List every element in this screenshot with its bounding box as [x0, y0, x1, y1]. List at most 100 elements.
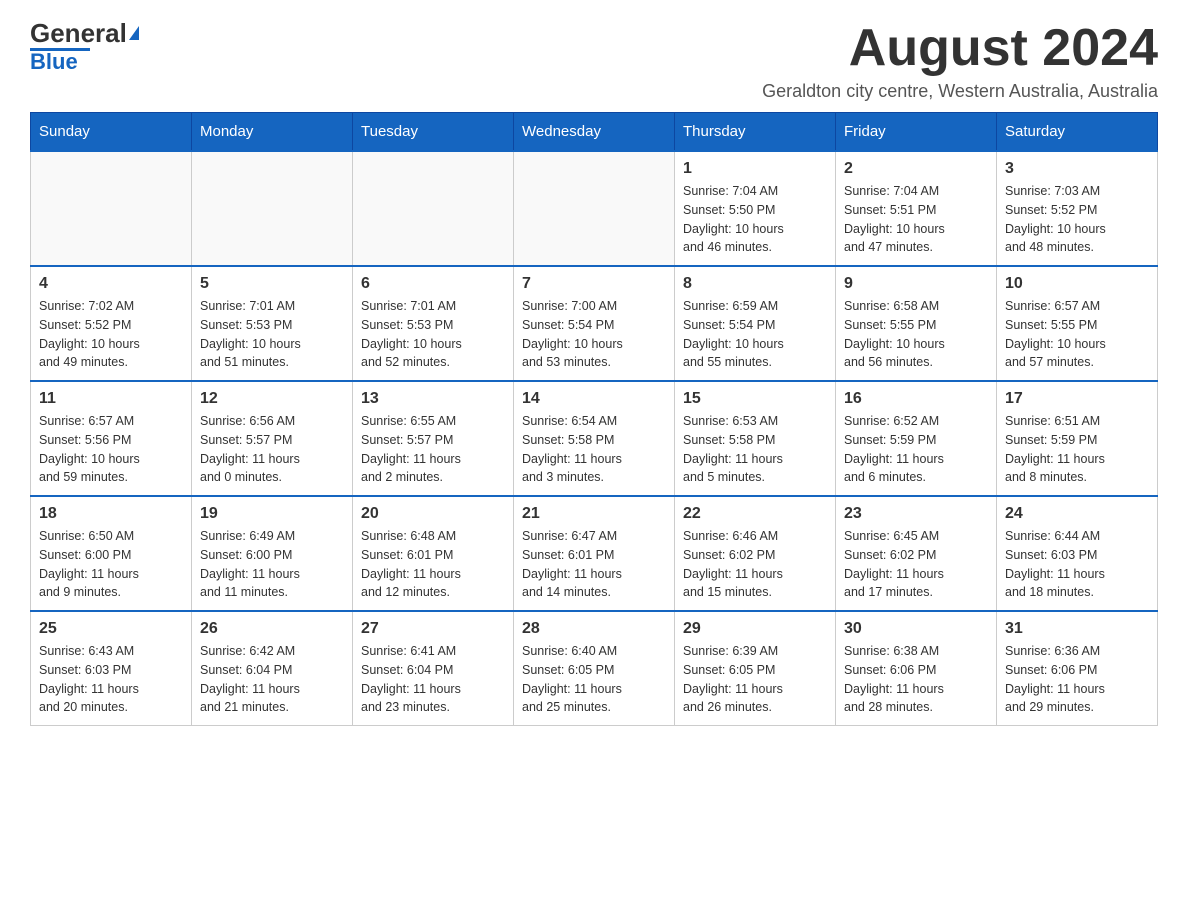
- day-number: 21: [522, 505, 666, 523]
- day-number: 3: [1005, 160, 1149, 178]
- calendar-day-cell: 3Sunrise: 7:03 AMSunset: 5:52 PMDaylight…: [997, 151, 1158, 266]
- day-info: Sunrise: 6:45 AMSunset: 6:02 PMDaylight:…: [844, 527, 988, 602]
- day-number: 15: [683, 390, 827, 408]
- day-number: 14: [522, 390, 666, 408]
- day-info: Sunrise: 6:54 AMSunset: 5:58 PMDaylight:…: [522, 412, 666, 487]
- calendar-day-cell: 7 Sunrise: 7:00 AMSunset: 5:54 PMDaylight…: [514, 266, 675, 381]
- calendar-day-cell: [353, 151, 514, 266]
- calendar-day-cell: 4 Sunrise: 7:02 AMSunset: 5:52 PMDaylight…: [31, 266, 192, 381]
- day-number: 7: [522, 275, 666, 293]
- calendar-day-cell: 10Sunrise: 6:57 AMSunset: 5:55 PMDayligh…: [997, 266, 1158, 381]
- day-info: Sunrise: 6:56 AMSunset: 5:57 PMDaylight:…: [200, 412, 344, 487]
- calendar-day-cell: 25 Sunrise: 6:43 AMSunset: 6:03 PMDayligh…: [31, 611, 192, 726]
- logo: General Blue: [30, 20, 139, 73]
- calendar-week-row: 1Sunrise: 7:04 AMSunset: 5:50 PMDaylight…: [31, 151, 1158, 266]
- day-number: 13: [361, 390, 505, 408]
- calendar-weekday-thursday: Thursday: [675, 113, 836, 152]
- day-number: 25: [39, 620, 183, 638]
- day-number: 19: [200, 505, 344, 523]
- day-number: 22: [683, 505, 827, 523]
- day-info: Sunrise: 6:55 AMSunset: 5:57 PMDaylight:…: [361, 412, 505, 487]
- calendar-day-cell: 16 Sunrise: 6:52 AMSunset: 5:59 PMDayligh…: [836, 381, 997, 496]
- calendar-weekday-tuesday: Tuesday: [353, 113, 514, 152]
- calendar-day-cell: 11 Sunrise: 6:57 AMSunset: 5:56 PMDayligh…: [31, 381, 192, 496]
- day-number: 9: [844, 275, 988, 293]
- day-info: Sunrise: 7:02 AMSunset: 5:52 PMDaylight:…: [39, 297, 183, 372]
- calendar-day-cell: [192, 151, 353, 266]
- day-number: 16: [844, 390, 988, 408]
- day-number: 24: [1005, 505, 1149, 523]
- day-info: Sunrise: 6:50 AMSunset: 6:00 PMDaylight:…: [39, 527, 183, 602]
- day-info: Sunrise: 6:51 AMSunset: 5:59 PMDaylight:…: [1005, 412, 1149, 487]
- day-info: Sunrise: 6:53 AMSunset: 5:58 PMDaylight:…: [683, 412, 827, 487]
- day-info: Sunrise: 6:40 AMSunset: 6:05 PMDaylight:…: [522, 642, 666, 717]
- calendar-day-cell: [31, 151, 192, 266]
- day-info: Sunrise: 6:38 AMSunset: 6:06 PMDaylight:…: [844, 642, 988, 717]
- day-info: Sunrise: 7:01 AMSunset: 5:53 PMDaylight:…: [200, 297, 344, 372]
- calendar-day-cell: 22 Sunrise: 6:46 AMSunset: 6:02 PMDayligh…: [675, 496, 836, 611]
- day-number: 20: [361, 505, 505, 523]
- day-info: Sunrise: 6:41 AMSunset: 6:04 PMDaylight:…: [361, 642, 505, 717]
- day-number: 18: [39, 505, 183, 523]
- calendar-weekday-wednesday: Wednesday: [514, 113, 675, 152]
- calendar-day-cell: 17 Sunrise: 6:51 AMSunset: 5:59 PMDayligh…: [997, 381, 1158, 496]
- calendar-weekday-saturday: Saturday: [997, 113, 1158, 152]
- day-info: Sunrise: 6:44 AMSunset: 6:03 PMDaylight:…: [1005, 527, 1149, 602]
- calendar-week-row: 11 Sunrise: 6:57 AMSunset: 5:56 PMDayligh…: [31, 381, 1158, 496]
- calendar-day-cell: 15 Sunrise: 6:53 AMSunset: 5:58 PMDayligh…: [675, 381, 836, 496]
- day-number: 11: [39, 390, 183, 408]
- day-number: 1: [683, 160, 827, 178]
- day-number: 28: [522, 620, 666, 638]
- day-number: 12: [200, 390, 344, 408]
- month-year-title: August 2024: [762, 20, 1158, 77]
- day-number: 4: [39, 275, 183, 293]
- calendar-day-cell: 27Sunrise: 6:41 AMSunset: 6:04 PMDayligh…: [353, 611, 514, 726]
- calendar-weekday-friday: Friday: [836, 113, 997, 152]
- calendar-day-cell: 31 Sunrise: 6:36 AMSunset: 6:06 PMDayligh…: [997, 611, 1158, 726]
- calendar-week-row: 4 Sunrise: 7:02 AMSunset: 5:52 PMDaylight…: [31, 266, 1158, 381]
- day-info: Sunrise: 6:48 AMSunset: 6:01 PMDaylight:…: [361, 527, 505, 602]
- day-number: 29: [683, 620, 827, 638]
- day-info: Sunrise: 6:52 AMSunset: 5:59 PMDaylight:…: [844, 412, 988, 487]
- day-number: 30: [844, 620, 988, 638]
- calendar-day-cell: 8 Sunrise: 6:59 AMSunset: 5:54 PMDaylight…: [675, 266, 836, 381]
- day-info: Sunrise: 6:43 AMSunset: 6:03 PMDaylight:…: [39, 642, 183, 717]
- calendar-day-cell: 21 Sunrise: 6:47 AMSunset: 6:01 PMDayligh…: [514, 496, 675, 611]
- calendar-header-row: SundayMondayTuesdayWednesdayThursdayFrid…: [31, 113, 1158, 152]
- day-number: 2: [844, 160, 988, 178]
- day-number: 8: [683, 275, 827, 293]
- day-info: Sunrise: 6:57 AMSunset: 5:56 PMDaylight:…: [39, 412, 183, 487]
- day-number: 17: [1005, 390, 1149, 408]
- page-header: General Blue August 2024 Geraldton city …: [30, 20, 1158, 102]
- day-info: Sunrise: 7:01 AMSunset: 5:53 PMDaylight:…: [361, 297, 505, 372]
- calendar-day-cell: [514, 151, 675, 266]
- day-number: 5: [200, 275, 344, 293]
- day-info: Sunrise: 6:47 AMSunset: 6:01 PMDaylight:…: [522, 527, 666, 602]
- day-info: Sunrise: 6:46 AMSunset: 6:02 PMDaylight:…: [683, 527, 827, 602]
- day-info: Sunrise: 6:59 AMSunset: 5:54 PMDaylight:…: [683, 297, 827, 372]
- day-number: 23: [844, 505, 988, 523]
- day-info: Sunrise: 6:58 AMSunset: 5:55 PMDaylight:…: [844, 297, 988, 372]
- calendar-week-row: 18 Sunrise: 6:50 AMSunset: 6:00 PMDayligh…: [31, 496, 1158, 611]
- day-info: Sunrise: 6:39 AMSunset: 6:05 PMDaylight:…: [683, 642, 827, 717]
- calendar-weekday-monday: Monday: [192, 113, 353, 152]
- day-number: 31: [1005, 620, 1149, 638]
- calendar-day-cell: 2Sunrise: 7:04 AMSunset: 5:51 PMDaylight…: [836, 151, 997, 266]
- logo-text-general: General: [30, 20, 127, 46]
- calendar-day-cell: 19Sunrise: 6:49 AMSunset: 6:00 PMDayligh…: [192, 496, 353, 611]
- calendar-day-cell: 18 Sunrise: 6:50 AMSunset: 6:00 PMDayligh…: [31, 496, 192, 611]
- calendar-day-cell: 30 Sunrise: 6:38 AMSunset: 6:06 PMDayligh…: [836, 611, 997, 726]
- calendar-day-cell: 9 Sunrise: 6:58 AMSunset: 5:55 PMDaylight…: [836, 266, 997, 381]
- calendar-table: SundayMondayTuesdayWednesdayThursdayFrid…: [30, 112, 1158, 726]
- location-subtitle: Geraldton city centre, Western Australia…: [762, 81, 1158, 102]
- calendar-day-cell: 29 Sunrise: 6:39 AMSunset: 6:05 PMDayligh…: [675, 611, 836, 726]
- day-info: Sunrise: 7:00 AMSunset: 5:54 PMDaylight:…: [522, 297, 666, 372]
- day-info: Sunrise: 6:36 AMSunset: 6:06 PMDaylight:…: [1005, 642, 1149, 717]
- day-number: 10: [1005, 275, 1149, 293]
- calendar-day-cell: 1Sunrise: 7:04 AMSunset: 5:50 PMDaylight…: [675, 151, 836, 266]
- day-number: 6: [361, 275, 505, 293]
- calendar-day-cell: 26Sunrise: 6:42 AMSunset: 6:04 PMDayligh…: [192, 611, 353, 726]
- calendar-day-cell: 5 Sunrise: 7:01 AMSunset: 5:53 PMDaylight…: [192, 266, 353, 381]
- logo-triangle-icon: [129, 26, 139, 40]
- calendar-day-cell: 14 Sunrise: 6:54 AMSunset: 5:58 PMDayligh…: [514, 381, 675, 496]
